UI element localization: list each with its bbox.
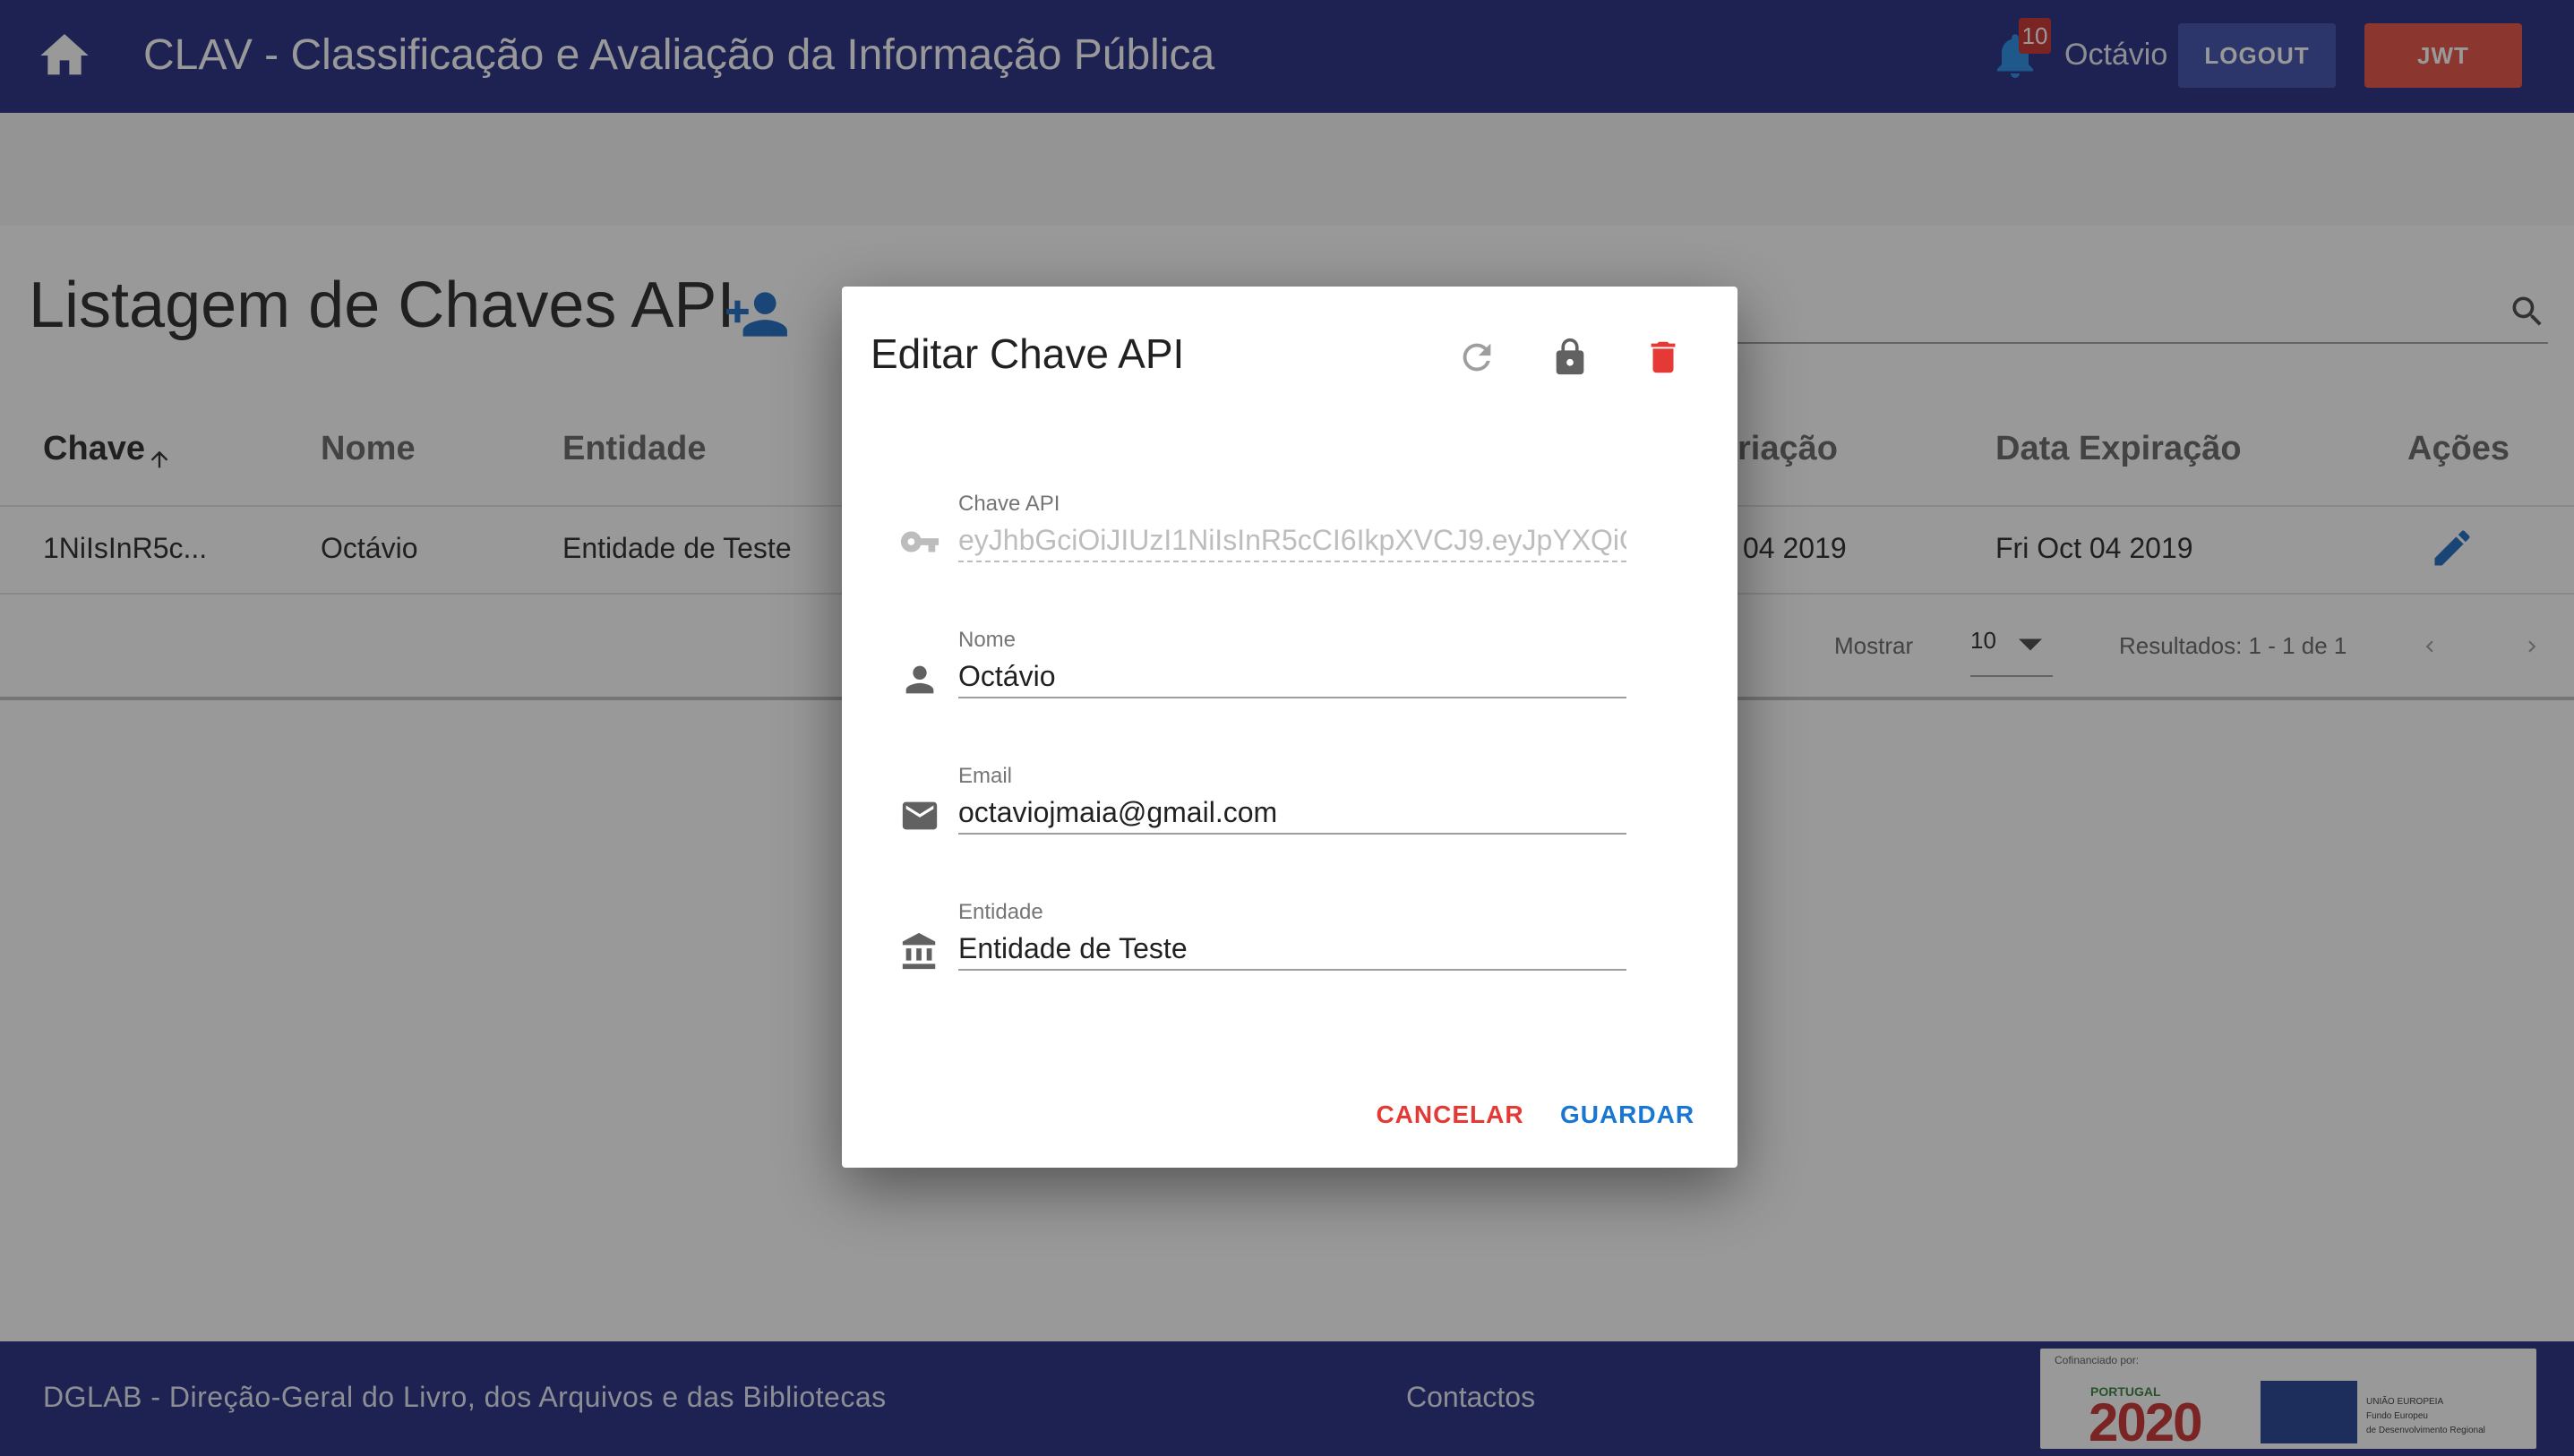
name-label: Nome <box>958 628 1017 652</box>
key-icon <box>900 531 940 552</box>
cancel-button[interactable]: CANCELAR <box>1374 1092 1526 1137</box>
email-field[interactable]: Email octaviojmaia@gmail.com <box>958 761 1626 835</box>
bank-icon <box>902 932 936 970</box>
refresh-icon[interactable] <box>1456 337 1497 378</box>
api-key-value: eyJhbGciOiJIUzI1NiIsInR5cCI6IkpXVCJ9.eyJ… <box>958 524 1626 556</box>
trash-icon[interactable] <box>1643 337 1684 378</box>
name-field[interactable]: Nome Octávio <box>958 625 1626 698</box>
divider <box>958 697 1626 698</box>
entity-label: Entidade <box>958 900 1043 924</box>
person-icon <box>905 665 934 694</box>
name-input[interactable]: Octávio <box>958 655 1626 697</box>
entity-field[interactable]: Entidade Entidade de Teste <box>958 897 1626 971</box>
divider <box>958 969 1626 971</box>
divider <box>958 833 1626 835</box>
email-label: Email <box>958 764 1013 788</box>
mail-icon <box>902 801 938 830</box>
save-button[interactable]: GUARDAR <box>1551 1092 1703 1137</box>
entity-input[interactable]: Entidade de Teste <box>958 928 1626 969</box>
dialog-title: Editar Chave API <box>871 330 1185 377</box>
edit-api-key-dialog: Editar Chave API Chave API eyJhbGciOiJIU… <box>842 287 1737 1168</box>
api-key-field: Chave API eyJhbGciOiJIUzI1NiIsInR5cCI6Ik… <box>958 489 1626 562</box>
divider <box>958 561 1626 562</box>
email-input[interactable]: octaviojmaia@gmail.com <box>958 792 1626 833</box>
lock-icon[interactable] <box>1549 337 1591 378</box>
api-key-label: Chave API <box>958 492 1060 516</box>
